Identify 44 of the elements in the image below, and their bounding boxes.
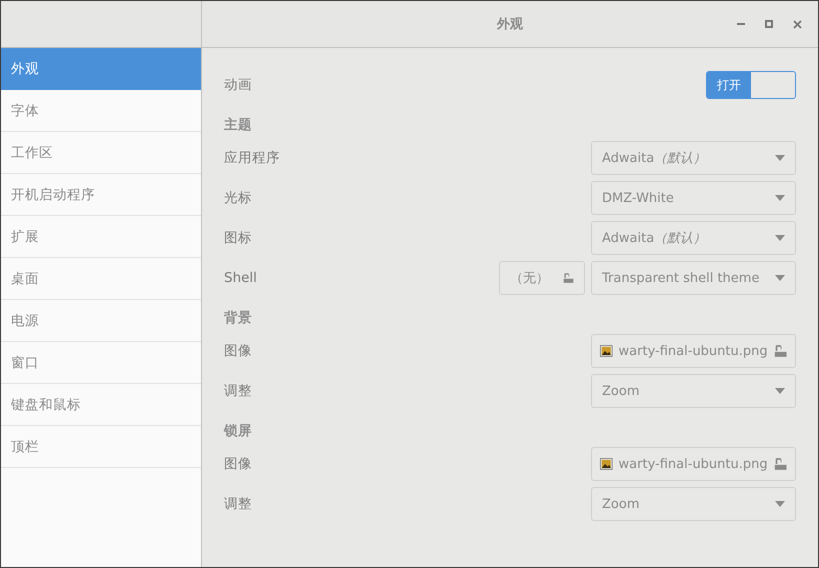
sidebar-item[interactable]: 顶栏 <box>1 426 201 468</box>
sidebar-item[interactable]: 窗口 <box>1 342 201 384</box>
close-icon <box>792 20 802 28</box>
dropdown-arrow-icon <box>775 275 785 281</box>
sidebar-item[interactable]: 开机启动程序 <box>1 174 201 216</box>
sidebar-item[interactable]: 字体 <box>1 90 201 132</box>
setting-label: 调整 <box>224 382 253 400</box>
setting-label: 图标 <box>224 229 253 247</box>
dropdown-arrow-icon <box>775 235 785 241</box>
image-file-icon <box>600 344 613 358</box>
setting-label: 图像 <box>224 455 253 473</box>
window-title: 外观 <box>497 16 523 33</box>
setting-label: 光标 <box>224 189 253 207</box>
file-chooser-button[interactable]: warty-final-ubuntu.png <box>591 447 796 481</box>
dropdown[interactable]: Zoom <box>591 374 796 408</box>
sidebar-item[interactable]: 键盘和鼠标 <box>1 384 201 426</box>
setting-label: 应用程序 <box>224 149 281 167</box>
dropdown[interactable]: Adwaita（默认） <box>591 221 796 255</box>
dropdown-arrow-icon <box>775 501 785 507</box>
minimize-icon <box>737 23 745 25</box>
file-chooser-button[interactable]: warty-final-ubuntu.png <box>591 334 796 368</box>
sidebar-item[interactable]: 电源 <box>1 300 201 342</box>
setting-label: 动画 <box>224 76 253 94</box>
image-file-icon <box>600 457 613 471</box>
sidebar-item[interactable]: 桌面 <box>1 258 201 300</box>
setting-label: 图像 <box>224 342 253 360</box>
dropdown[interactable]: Transparent shell theme <box>591 261 796 295</box>
dropdown-arrow-icon <box>775 388 785 394</box>
sidebar-item[interactable]: 工作区 <box>1 132 201 174</box>
section-heading: 主题 <box>224 116 253 135</box>
sidebar-item[interactable]: 扩展 <box>1 216 201 258</box>
file-chooser-button[interactable]: （无） <box>499 261 585 295</box>
dropdown[interactable]: Zoom <box>591 487 796 521</box>
dropdown-arrow-icon <box>775 195 785 201</box>
section-heading: 背景 <box>224 309 253 328</box>
toggle-switch[interactable]: 打开 <box>706 71 796 99</box>
dropdown[interactable]: DMZ-White <box>591 181 796 215</box>
sidebar-item[interactable]: 外观 <box>1 48 201 90</box>
section-heading: 锁屏 <box>224 422 253 441</box>
maximize-icon <box>765 20 773 28</box>
dropdown-arrow-icon <box>775 155 785 161</box>
dropdown[interactable]: Adwaita（默认） <box>591 141 796 175</box>
setting-label: 调整 <box>224 495 253 513</box>
setting-label: Shell <box>224 270 258 286</box>
